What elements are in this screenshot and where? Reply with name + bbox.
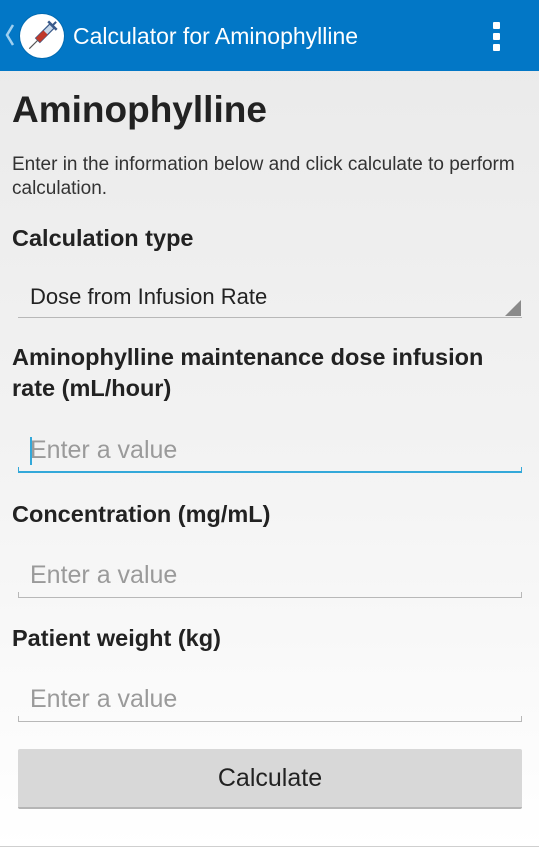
- infusion-rate-label: Aminophylline maintenance dose infusion …: [12, 344, 484, 401]
- action-bar: Calculator for Aminophylline: [0, 0, 539, 71]
- patient-weight-label: Patient weight (kg): [12, 625, 221, 651]
- app-title: Calculator for Aminophylline: [73, 23, 359, 49]
- field-underline-tick: [521, 716, 522, 722]
- patient-weight-field[interactable]: [18, 680, 522, 722]
- infusion-rate-field[interactable]: [18, 431, 522, 473]
- field-underline: [18, 721, 522, 722]
- page-title: Aminophylline: [12, 89, 267, 130]
- calculation-type-dropdown[interactable]: Dose from Infusion Rate: [18, 278, 522, 318]
- concentration-label: Concentration (mg/mL): [12, 501, 271, 527]
- field-underline-tick: [18, 592, 19, 598]
- overflow-menu-icon[interactable]: [483, 18, 511, 54]
- patient-weight-input[interactable]: [18, 680, 522, 718]
- field-underline: [18, 597, 522, 598]
- field-underline: [18, 471, 522, 473]
- calculate-button[interactable]: Calculate: [18, 749, 522, 809]
- infusion-rate-input[interactable]: [18, 431, 522, 469]
- syringe-icon[interactable]: [20, 14, 64, 58]
- divider: [0, 846, 539, 847]
- text-cursor: [30, 437, 32, 465]
- concentration-input[interactable]: [18, 556, 522, 594]
- concentration-field[interactable]: [18, 556, 522, 598]
- field-underline-tick: [18, 716, 19, 722]
- dropdown-arrow-icon: [505, 300, 521, 316]
- calculation-type-selected: Dose from Infusion Rate: [30, 284, 268, 309]
- calculation-type-label: Calculation type: [12, 225, 194, 251]
- field-underline-tick: [521, 467, 522, 473]
- field-underline-tick: [18, 467, 19, 473]
- chevron-left-icon[interactable]: [4, 22, 16, 48]
- intro-text: Enter in the information below and click…: [12, 154, 515, 199]
- field-underline-tick: [521, 592, 522, 598]
